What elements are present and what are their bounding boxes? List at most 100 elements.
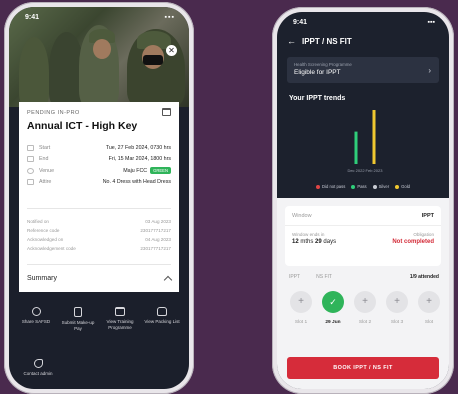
legend-item: Silver [372,184,390,189]
slot-item[interactable]: + Slot 3 [381,291,413,325]
slot-item[interactable]: + Slot 2 [349,291,381,325]
action-bar: Share SAFSD Submit Make-up Pay View Trai… [17,307,181,331]
calendar-add-icon[interactable] [162,108,171,116]
action-label: View Training Programme [106,319,134,330]
submit-make-up-pay-button[interactable]: Submit Make-up Pay [59,307,97,331]
share-icon [31,307,41,316]
meta-label: Acknowledged on [27,237,64,242]
right-screen: 9:41 ▪▪▪ ← IPPT / NS FIT Health Screenin… [277,12,449,389]
shirt-icon [27,179,34,186]
health-scheme-title: Eligible for IPPT [294,69,341,76]
tab-ippt[interactable]: IPPT [289,274,300,280]
chart-bar [372,110,376,164]
phone-icon [33,359,43,368]
detail-row-venue: Venue Maju FCC GREEN [27,165,171,177]
meta-value: 04 Aug 2023 [145,237,171,242]
receipt-icon [74,307,82,317]
summary-toggle[interactable]: Summary [27,274,173,285]
add-icon: + [418,291,440,313]
book-ippt-button[interactable]: BOOK IPPT / NS FIT [287,357,439,379]
calendar-icon [115,307,125,316]
view-training-programme-button[interactable]: View Training Programme [101,307,139,331]
slot-label: Slot 3 [390,320,404,325]
clock-icon [27,156,34,163]
summary-label: Summary [27,275,57,282]
window-ends-days-unit: days [323,239,337,245]
meta-label: Notified on [27,219,49,224]
close-icon[interactable]: ✕ [166,45,177,56]
status-time: 9:41 [25,14,40,21]
chevron-up-icon [163,275,173,285]
meta-row: Reference code 230177717217 [27,226,171,235]
detail-value: Fri, 15 Mar 2024, 1800 hrs [108,156,171,163]
status-bar: 9:41 ▪▪▪ [293,19,435,26]
chart-legend: Did not pass Pass Silver Gold [277,184,449,189]
meta-value: 03 Aug 2023 [145,219,171,224]
window-body: Window ends in 12 mths 29 days Obligatio… [285,226,441,251]
page-title: IPPT / NS FIT [302,36,352,46]
legend-label: Silver [378,184,390,189]
detail-label: Attire [39,179,52,186]
action-label: Submit Make-up Pay [61,320,95,331]
tab-ns-fit[interactable]: NS FIT [316,274,332,280]
meta-label: Reference code [27,228,60,233]
test-tabs: IPPT NS FIT 1/9 attended [289,274,439,280]
window-ends-value: 12 mths 29 days [292,239,336,245]
slot-item[interactable]: ✓ 29 Jun [317,291,349,325]
slot-label: Slot [424,320,434,325]
legend-label: Gold [401,184,410,189]
meta-row: Acknowledged on 04 Aug 2023 [27,235,171,244]
obligation-status: Not completed [392,239,434,245]
detail-row-attire: Attire No. 4 Dress with Head Dress [27,177,171,189]
action-label: Share SAFSD [21,319,51,324]
share-safsd-button[interactable]: Share SAFSD [17,307,55,331]
event-card: PENDING IN-PRO Annual ICT - High Key Sta… [19,102,179,292]
x-tick-label: Feb 2023 [366,168,384,173]
meta-value: 230177717217 [140,246,171,251]
meta-label: Acknowledgement code [27,246,76,251]
legend-label: Did not pass [322,184,346,189]
slot-item[interactable]: + Slot 1 [285,291,317,325]
ippt-trends-chart: Dec 2022 Feb 2023 [347,110,384,173]
detail-label: Start [39,144,51,151]
meta-value: 230177717217 [140,228,171,233]
view-packing-list-button[interactable]: View Packing List [143,307,181,331]
slot-label: 29 Jun [325,320,341,325]
trends-title: Your IPPT trends [289,95,346,102]
phone-right: 9:41 ▪▪▪ ← IPPT / NS FIT Health Screenin… [272,7,454,394]
venue-status-badge: GREEN [150,167,171,175]
event-meta: Notified on 03 Aug 2023 Reference code 2… [27,217,171,253]
legend-dot [372,184,377,189]
action-label: View Packing List [144,319,180,324]
detail-value: Maju FCC [123,167,148,174]
meta-row: Notified on 03 Aug 2023 [27,217,171,226]
slot-item[interactable]: + Slot [413,291,445,325]
legend-dot [395,184,400,189]
left-screen: 9:41 ▪▪▪ ✕ PENDING IN-PRO Annual ICT - H… [9,7,189,389]
phone-left: 9:41 ▪▪▪ ✕ PENDING IN-PRO Annual ICT - H… [4,2,194,394]
legend-label: Pass [357,184,367,189]
window-card: Window IPPT Window ends in 12 mths 29 da… [285,206,441,266]
window-value: IPPT [421,213,434,219]
event-title: Annual ICT - High Key [27,120,138,132]
legend-dot [351,184,356,189]
detail-row-end: End Fri, 15 Mar 2024, 1800 hrs [27,154,171,166]
contact-admin-button[interactable]: Contact admin [19,359,57,377]
health-scheme-card[interactable]: Health Screening Programme Eligible for … [287,57,439,83]
legend-item: Did not pass [316,184,345,189]
window-ends-days: 29 [315,239,322,245]
window-ends: Window ends in 12 mths 29 days [292,232,336,245]
back-arrow-icon[interactable]: ← [287,36,296,46]
obligation: Obligation Not completed [392,232,434,245]
slot-label: Slot 1 [294,320,308,325]
detail-value: Tue, 27 Feb 2024, 0730 hrs [105,144,171,151]
attended-count: 1/9 attended [409,274,439,280]
check-icon: ✓ [322,291,344,313]
chevron-right-icon: › [428,66,431,75]
obligation-label: Obligation [413,232,434,237]
detail-label: End [39,156,49,163]
status-time: 9:41 [293,19,308,26]
status-signals: ▪▪▪ [427,19,435,26]
legend-item: Pass [351,184,367,189]
bag-icon [157,307,167,316]
